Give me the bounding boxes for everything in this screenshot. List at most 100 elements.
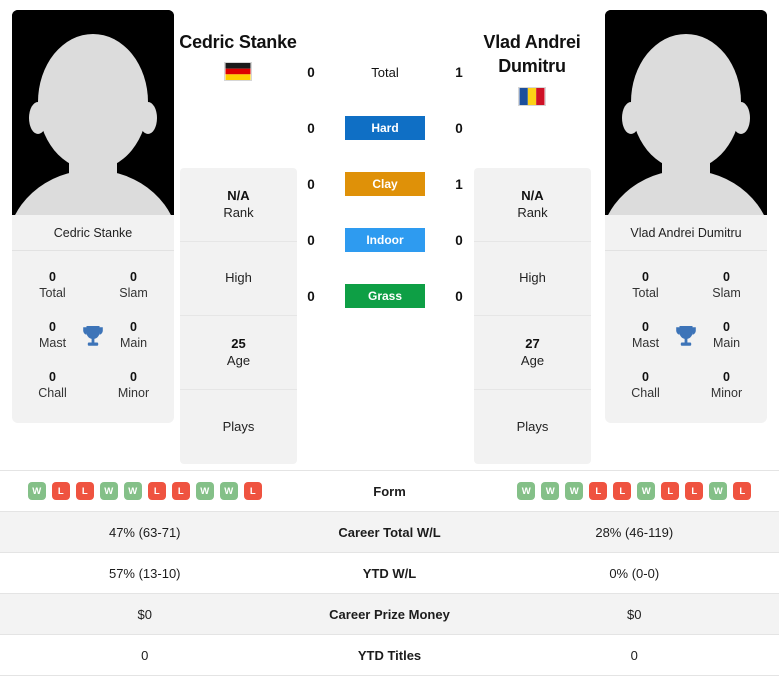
title-stat-value: 0 [642,370,649,385]
title-stat-chall: 0 Chall [605,361,686,411]
info-label: Plays [222,418,255,434]
surface-badge-indoor[interactable]: Indoor [345,228,425,252]
title-stat-chall: 0 Chall [12,361,93,411]
player-info-left: N/A Rank High 25 Age Plays [180,168,297,464]
title-stat-label: Slam [119,286,148,300]
trophy-icon [83,326,103,346]
head-to-head-surfaces: 0 Total 1 0 Hard 0 0 Clay 1 0 Indoor 0 0 [300,60,470,308]
title-stat-slam: 0 Slam [93,261,174,311]
form-badge-loss: L [75,482,94,500]
titles-row: 0 Chall 0 Minor [12,361,174,411]
stat-right-value: 0 [630,647,638,663]
form-badge-loss: L [661,482,680,500]
surface-right-score: 1 [455,176,463,192]
avatar-silhouette-icon [605,10,767,215]
row-label-form: Form [373,483,406,499]
info-label: High [519,270,546,286]
info-value: N/A [227,187,250,203]
info-plays-left: Plays [180,390,297,464]
title-stat-value: 0 [130,270,137,285]
info-value: 25 [231,335,246,351]
title-stat-value: 0 [723,370,730,385]
player-comparison-page: Cedric Stanke 0 Total 0 Slam 0 Mast 0 Ma… [0,0,779,699]
title-stat-total: 0 Total [605,261,686,311]
title-stat-slam: 0 Slam [686,261,767,311]
title-stat-value: 0 [642,270,649,285]
surface-right-score: 0 [455,232,463,248]
title-stat-minor: 0 Minor [686,361,767,411]
form-badge-win: W [27,482,46,500]
table-row-ytd-titles: 0 YTD Titles 0 [0,635,779,676]
surface-row-indoor: 0 Indoor 0 [300,228,470,252]
title-stat-label: Minor [117,386,150,400]
info-high-right: High [474,242,591,316]
title-stat-label: Total [632,286,659,300]
form-right-cell: WWWLLWLLWL [490,482,779,500]
player-name-left: Cedric Stanke [12,215,174,251]
info-rank-right: N/A Rank [474,168,591,242]
form-badge-loss: L [613,482,632,500]
player-name-right: Vlad Andrei Dumitru [605,215,767,251]
form-badge-loss: L [243,482,262,500]
title-stat-label: Mast [38,336,67,350]
player-headline-name-left: Cedric Stanke [179,32,297,52]
form-badge-win: W [517,482,536,500]
info-rank-left: N/A Rank [180,168,297,242]
title-stat-label: Slam [712,286,741,300]
player-card-right: Vlad Andrei Dumitru 0 Total 0 Slam 0 Mas… [605,10,767,423]
player-titles-right: 0 Total 0 Slam 0 Mast 0 Main 0 Chall 0 M… [605,251,767,423]
stat-right-value: 0% (0-0) [609,565,660,581]
form-badges-left: WLLWWLLWWL [27,482,262,500]
title-stat-total: 0 Total [12,261,93,311]
surface-row-clay: 0 Clay 1 [300,172,470,196]
titles-row: 0 Mast 0 Main [12,311,174,361]
surface-right-score: 0 [455,120,463,136]
title-stat-label: Minor [710,386,743,400]
title-stat-label: Mast [631,336,660,350]
surface-badge-grass[interactable]: Grass [345,284,425,308]
surface-left-score: 0 [307,64,315,80]
form-left-cell: WLLWWLLWWL [0,482,290,500]
player-card-left: Cedric Stanke 0 Total 0 Slam 0 Mast 0 Ma… [12,10,174,423]
stat-left-value: 0 [141,647,149,663]
table-row-form: WLLWWLLWWL Form WWWLLWLLWL [0,471,779,512]
form-badge-win: W [195,482,214,500]
form-badge-win: W [637,482,656,500]
form-badge-loss: L [171,482,190,500]
avatar-silhouette-icon [12,10,174,215]
title-stat-value: 0 [49,370,56,385]
form-badge-loss: L [733,482,752,500]
titles-row: 0 Chall 0 Minor [605,361,767,411]
stat-left-value: 57% (13-10) [108,565,181,581]
stat-right-value: 28% (46-119) [595,524,674,540]
title-stat-label: Main [119,336,148,350]
form-badge-win: W [565,482,584,500]
table-row-career-prize-money: $0 Career Prize Money $0 [0,594,779,635]
stat-right-value: $0 [627,606,642,622]
info-label: High [225,270,252,286]
surface-left-score: 0 [307,232,315,248]
player-avatar-left [12,10,174,215]
surface-row-grass: 0 Grass 0 [300,284,470,308]
form-badges-right: WWWLLWLLWL [517,482,752,500]
form-badge-loss: L [51,482,70,500]
info-label: Age [520,352,545,368]
player-headline-left: Cedric Stanke [178,30,298,82]
info-label: Plays [516,418,549,434]
form-badge-loss: L [685,482,704,500]
info-label: Rank [517,204,548,220]
stat-left-value: $0 [137,606,152,622]
surface-badge-total: Total [371,64,399,80]
title-stat-value: 0 [49,320,56,335]
info-label: Age [226,352,251,368]
surface-right-score: 1 [455,64,463,80]
surface-badge-clay[interactable]: Clay [345,172,425,196]
surface-left-score: 0 [307,120,315,136]
surface-badge-hard[interactable]: Hard [345,116,425,140]
surface-left-score: 0 [307,288,315,304]
table-row-career-total-wl: 47% (63-71) Career Total W/L 28% (46-119… [0,512,779,553]
row-label: YTD Titles [357,647,422,663]
titles-row: 0 Total 0 Slam [12,261,174,311]
info-value: 27 [525,335,540,351]
title-stat-minor: 0 Minor [93,361,174,411]
